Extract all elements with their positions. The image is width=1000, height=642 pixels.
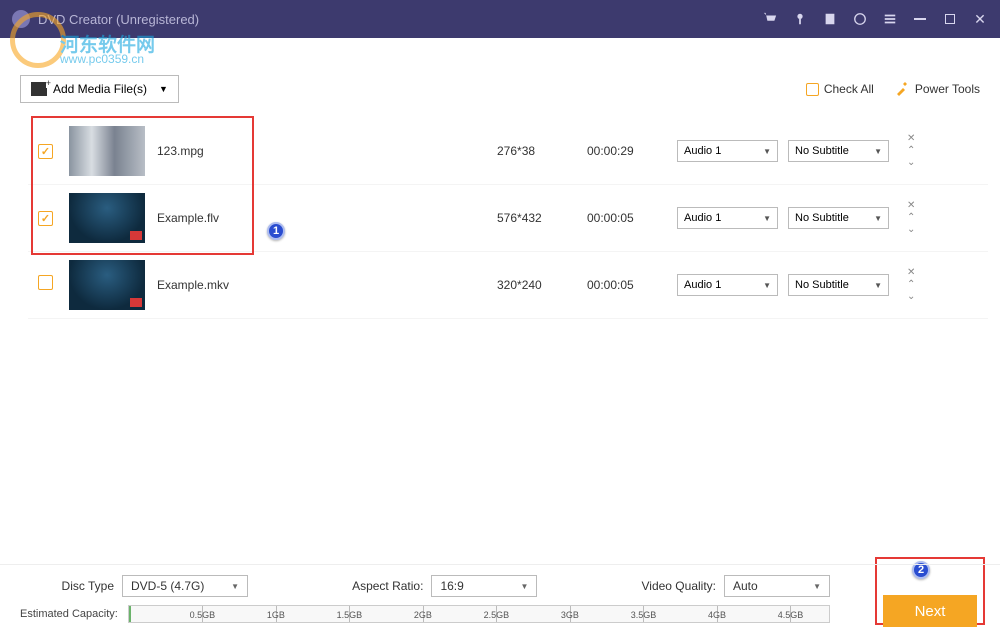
titlebar: DVD Creator (Unregistered) ✕ [0, 0, 1000, 38]
resolution: 276*38 [497, 144, 587, 158]
move-down-icon[interactable]: ⌄ [907, 292, 915, 302]
move-up-icon[interactable]: ⌃ [907, 213, 915, 223]
minimize-button[interactable] [912, 11, 928, 27]
audio-select[interactable]: Audio 1▼ [677, 207, 778, 229]
maximize-button[interactable] [942, 11, 958, 27]
thumbnail[interactable] [69, 193, 145, 243]
file-name: Example.flv [157, 211, 497, 225]
file-icon[interactable] [822, 11, 838, 27]
resolution: 320*240 [497, 278, 587, 292]
move-down-icon[interactable]: ⌄ [907, 158, 915, 168]
row-checkbox[interactable] [38, 142, 53, 160]
watermark-text-2: www.pc0359.cn [60, 52, 144, 66]
annotation-badge-1: 1 [267, 222, 285, 240]
menu-icon[interactable] [882, 11, 898, 27]
list-item[interactable]: 123.mpg 276*38 00:00:29 Audio 1▼ No Subt… [28, 118, 988, 185]
thumbnail[interactable] [69, 126, 145, 176]
check-all-checkbox[interactable] [806, 83, 819, 96]
capacity-fill [129, 606, 131, 622]
audio-select[interactable]: Audio 1▼ [677, 140, 778, 162]
disc-type-label: Disc Type [20, 579, 114, 593]
row-controls: ✕ ⌃ ⌄ [907, 134, 915, 168]
file-name: Example.mkv [157, 278, 497, 292]
remove-icon[interactable]: ✕ [907, 134, 915, 144]
estimated-capacity-label: Estimated Capacity: [20, 608, 118, 620]
resolution: 576*432 [497, 211, 587, 225]
add-media-label: Add Media File(s) [53, 82, 147, 96]
check-all-label: Check All [824, 82, 874, 96]
thumbnail[interactable] [69, 260, 145, 310]
add-media-button[interactable]: Add Media File(s) ▼ [20, 75, 179, 103]
move-down-icon[interactable]: ⌄ [907, 225, 915, 235]
duration: 00:00:05 [587, 278, 677, 292]
aspect-ratio-label: Aspect Ratio: [352, 579, 423, 593]
power-tools-button[interactable]: Power Tools [894, 81, 980, 97]
aspect-ratio-select[interactable]: 16:9▼ [431, 575, 537, 597]
bottom-panel: Disc Type DVD-5 (4.7G)▼ Aspect Ratio: 16… [0, 564, 1000, 642]
duration: 00:00:29 [587, 144, 677, 158]
file-list: 123.mpg 276*38 00:00:29 Audio 1▼ No Subt… [0, 104, 1000, 319]
titlebar-controls: ✕ [762, 11, 988, 27]
row-controls: ✕ ⌃ ⌄ [907, 201, 915, 235]
video-quality-select[interactable]: Auto▼ [724, 575, 830, 597]
power-tools-label: Power Tools [915, 82, 980, 96]
row-controls: ✕ ⌃ ⌄ [907, 268, 915, 302]
move-up-icon[interactable]: ⌃ [907, 280, 915, 290]
move-up-icon[interactable]: ⌃ [907, 146, 915, 156]
remove-icon[interactable]: ✕ [907, 201, 915, 211]
duration: 00:00:05 [587, 211, 677, 225]
next-button[interactable]: Next [883, 595, 977, 627]
remove-icon[interactable]: ✕ [907, 268, 915, 278]
key-icon[interactable] [792, 11, 808, 27]
close-button[interactable]: ✕ [972, 11, 988, 27]
toolbar: Add Media File(s) ▼ Check All Power Tool… [0, 68, 1000, 104]
cart-icon[interactable] [762, 11, 778, 27]
globe-icon[interactable] [852, 11, 868, 27]
row-checkbox[interactable] [38, 209, 53, 227]
window-title: DVD Creator (Unregistered) [38, 12, 762, 27]
add-file-icon [31, 82, 47, 96]
subtitle-select[interactable]: No Subtitle▼ [788, 207, 889, 229]
file-name: 123.mpg [157, 144, 497, 158]
audio-select[interactable]: Audio 1▼ [677, 274, 778, 296]
chevron-down-icon: ▼ [159, 84, 168, 94]
capacity-bar: 0.5GB 1GB 1.5GB 2GB 2.5GB 3GB 3.5GB 4GB … [128, 605, 830, 623]
check-all-toggle[interactable]: Check All [806, 82, 874, 96]
subtitle-select[interactable]: No Subtitle▼ [788, 140, 889, 162]
video-quality-label: Video Quality: [642, 579, 717, 593]
app-logo-icon [12, 10, 30, 28]
list-item[interactable]: Example.flv 576*432 00:00:05 Audio 1▼ No… [28, 185, 988, 252]
disc-type-select[interactable]: DVD-5 (4.7G)▼ [122, 575, 248, 597]
row-checkbox[interactable] [38, 275, 53, 295]
list-item[interactable]: Example.mkv 320*240 00:00:05 Audio 1▼ No… [28, 252, 988, 319]
wrench-icon [894, 81, 910, 97]
subtitle-select[interactable]: No Subtitle▼ [788, 274, 889, 296]
